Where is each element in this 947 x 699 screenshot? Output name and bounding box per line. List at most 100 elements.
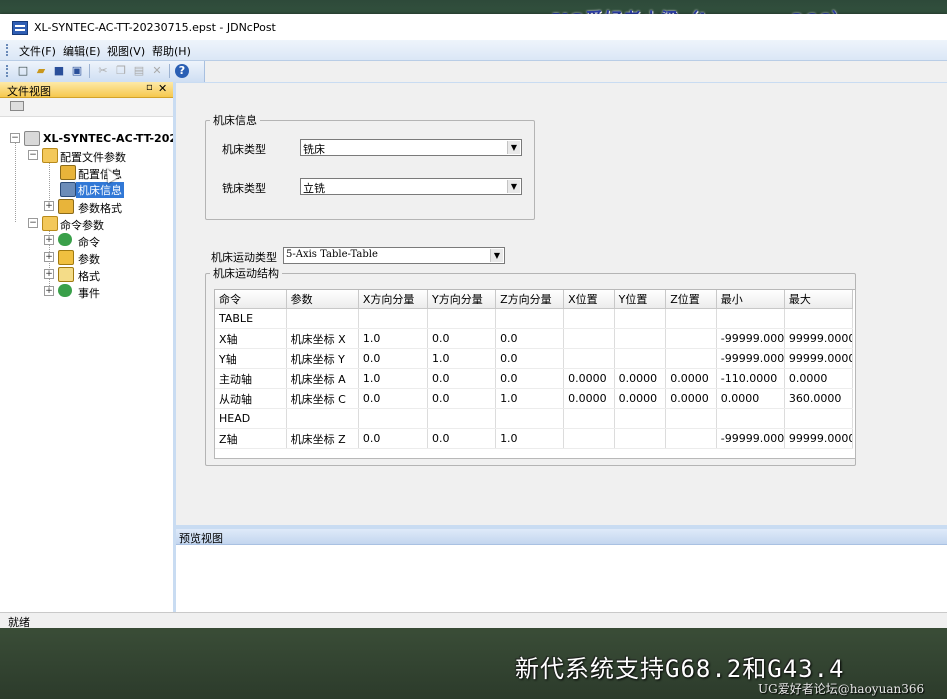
table-cell[interactable]: TABLE bbox=[215, 308, 287, 329]
column-header[interactable]: Z方向分量 bbox=[495, 290, 565, 309]
table-cell[interactable] bbox=[563, 308, 615, 329]
table-row[interactable]: HEAD bbox=[215, 408, 854, 429]
table-cell[interactable] bbox=[665, 328, 717, 349]
column-header[interactable]: 命令 bbox=[215, 290, 287, 309]
collapse-all-icon[interactable] bbox=[10, 101, 24, 111]
mill-type-select[interactable]: 立铣 ▼ bbox=[300, 178, 522, 195]
machine-type-select[interactable]: 铣床 ▼ bbox=[300, 139, 522, 156]
table-cell[interactable] bbox=[286, 408, 359, 429]
table-cell[interactable]: 99999.0000 bbox=[784, 328, 854, 349]
table-cell[interactable]: 1.0 bbox=[358, 328, 428, 349]
table-cell[interactable] bbox=[784, 408, 854, 429]
table-cell[interactable]: HEAD bbox=[215, 408, 287, 429]
table-cell[interactable]: 99999.0000 bbox=[784, 348, 854, 369]
collapse-icon[interactable]: − bbox=[28, 218, 38, 228]
table-row[interactable]: Z轴 机床坐标 Z 0.0 0.0 1.0 -99999.0000 99999.0000 bbox=[215, 428, 854, 449]
menu-edit[interactable]: 编辑(E) bbox=[63, 43, 101, 59]
table-row[interactable]: 主动轴 机床坐标 A 1.0 0.0 0.0 0.0000 0.0000 0.0000 -110… bbox=[215, 368, 854, 389]
help-icon[interactable]: ? bbox=[175, 64, 189, 78]
table-cell[interactable] bbox=[614, 348, 667, 369]
table-cell[interactable]: -99999.0000 bbox=[716, 428, 785, 449]
table-cell[interactable]: 0.0 bbox=[495, 348, 565, 369]
table-cell[interactable]: 1.0 bbox=[358, 368, 428, 389]
table-cell[interactable]: 从动轴 bbox=[215, 388, 287, 409]
table-row[interactable]: X轴 机床坐标 X 1.0 0.0 0.0 -99999.0000 99999.0000 bbox=[215, 328, 854, 349]
column-header[interactable]: X方向分量 bbox=[358, 290, 428, 309]
table-cell[interactable]: Y轴 bbox=[215, 348, 287, 369]
table-cell[interactable] bbox=[614, 328, 667, 349]
table-cell[interactable]: 0.0000 bbox=[614, 388, 667, 409]
chevron-down-icon[interactable]: ▼ bbox=[507, 180, 520, 193]
new-icon[interactable]: □ bbox=[16, 64, 30, 78]
table-cell[interactable]: -99999.0000 bbox=[716, 328, 785, 349]
column-header[interactable]: 最小 bbox=[716, 290, 785, 309]
table-cell[interactable] bbox=[563, 408, 615, 429]
column-header[interactable]: X位置 bbox=[563, 290, 615, 309]
table-cell[interactable]: 0.0 bbox=[427, 368, 497, 389]
table-cell[interactable]: 0.0 bbox=[358, 428, 428, 449]
table-row[interactable]: Y轴 机床坐标 Y 0.0 1.0 0.0 -99999.0000 99999.0000 bbox=[215, 348, 854, 369]
table-cell[interactable]: 0.0000 bbox=[563, 388, 615, 409]
table-cell[interactable]: -110.0000 bbox=[716, 368, 785, 389]
table-cell[interactable]: 1.0 bbox=[427, 348, 497, 369]
table-cell[interactable]: 0.0000 bbox=[716, 388, 785, 409]
table-cell[interactable] bbox=[614, 308, 667, 329]
menu-view[interactable]: 视图(V) bbox=[107, 43, 145, 59]
table-cell[interactable] bbox=[716, 308, 785, 329]
table-cell[interactable] bbox=[614, 428, 667, 449]
table-cell[interactable]: 机床坐标 X bbox=[286, 328, 359, 349]
table-cell[interactable]: 0.0 bbox=[427, 328, 497, 349]
menu-file[interactable]: 文件(F) bbox=[19, 43, 56, 59]
table-cell[interactable]: 0.0 bbox=[358, 348, 428, 369]
table-cell[interactable]: 1.0 bbox=[495, 388, 565, 409]
table-cell[interactable]: 0.0000 bbox=[665, 368, 717, 389]
save-as-icon[interactable]: ▣ bbox=[70, 64, 84, 78]
title-bar[interactable]: XL-SYNTEC-AC-TT-20230715.epst - JDNcPost bbox=[0, 14, 947, 40]
table-cell[interactable]: 机床坐标 Z bbox=[286, 428, 359, 449]
expand-icon[interactable]: + bbox=[44, 201, 54, 211]
table-cell[interactable] bbox=[665, 428, 717, 449]
table-cell[interactable]: 机床坐标 Y bbox=[286, 348, 359, 369]
table-cell[interactable]: 0.0 bbox=[427, 428, 497, 449]
table-cell[interactable]: -99999.0000 bbox=[716, 348, 785, 369]
column-header[interactable]: Y位置 bbox=[614, 290, 667, 309]
table-row[interactable]: TABLE bbox=[215, 308, 854, 329]
table-cell[interactable]: 0.0000 bbox=[614, 368, 667, 389]
table-cell[interactable] bbox=[563, 348, 615, 369]
expand-icon[interactable]: + bbox=[44, 269, 54, 279]
table-cell[interactable] bbox=[495, 308, 565, 329]
table-cell[interactable]: 360.0000 bbox=[784, 388, 854, 409]
column-header[interactable]: 最大 bbox=[784, 290, 854, 309]
collapse-icon[interactable]: − bbox=[28, 150, 38, 160]
chevron-down-icon[interactable]: ▼ bbox=[507, 141, 520, 154]
menu-help[interactable]: 帮助(H) bbox=[152, 43, 191, 59]
expand-icon[interactable]: + bbox=[44, 252, 54, 262]
close-icon[interactable]: ✕ bbox=[158, 82, 167, 95]
copy-icon[interactable]: ❐ bbox=[114, 64, 128, 78]
table-cell[interactable]: 0.0 bbox=[495, 368, 565, 389]
paste-icon[interactable]: ▤ bbox=[132, 64, 146, 78]
table-cell[interactable]: 0.0 bbox=[495, 328, 565, 349]
table-cell[interactable]: X轴 bbox=[215, 328, 287, 349]
table-cell[interactable]: 0.0000 bbox=[665, 388, 717, 409]
save-icon[interactable]: ■ bbox=[52, 64, 66, 78]
table-cell[interactable] bbox=[427, 408, 497, 429]
column-header[interactable]: Z位置 bbox=[665, 290, 717, 309]
table-cell[interactable]: 0.0 bbox=[427, 388, 497, 409]
motion-type-select[interactable]: 5-Axis Table-Table ▼ bbox=[283, 247, 505, 264]
expand-icon[interactable]: + bbox=[44, 235, 54, 245]
column-header[interactable]: 参数 bbox=[286, 290, 359, 309]
table-cell[interactable] bbox=[427, 308, 497, 329]
table-cell[interactable] bbox=[563, 428, 615, 449]
table-cell[interactable] bbox=[286, 308, 359, 329]
table-row[interactable]: 从动轴 机床坐标 C 0.0 0.0 1.0 0.0000 0.0000 0.0000 0.00… bbox=[215, 388, 854, 409]
open-icon[interactable]: ▰ bbox=[34, 64, 48, 78]
table-cell[interactable] bbox=[665, 408, 717, 429]
chevron-down-icon[interactable]: ▼ bbox=[490, 249, 503, 262]
table-cell[interactable]: Z轴 bbox=[215, 428, 287, 449]
table-cell[interactable] bbox=[716, 408, 785, 429]
cut-icon[interactable]: ✂ bbox=[96, 64, 110, 78]
table-cell[interactable] bbox=[563, 328, 615, 349]
table-cell[interactable]: 0.0000 bbox=[563, 368, 615, 389]
table-cell[interactable] bbox=[665, 348, 717, 369]
